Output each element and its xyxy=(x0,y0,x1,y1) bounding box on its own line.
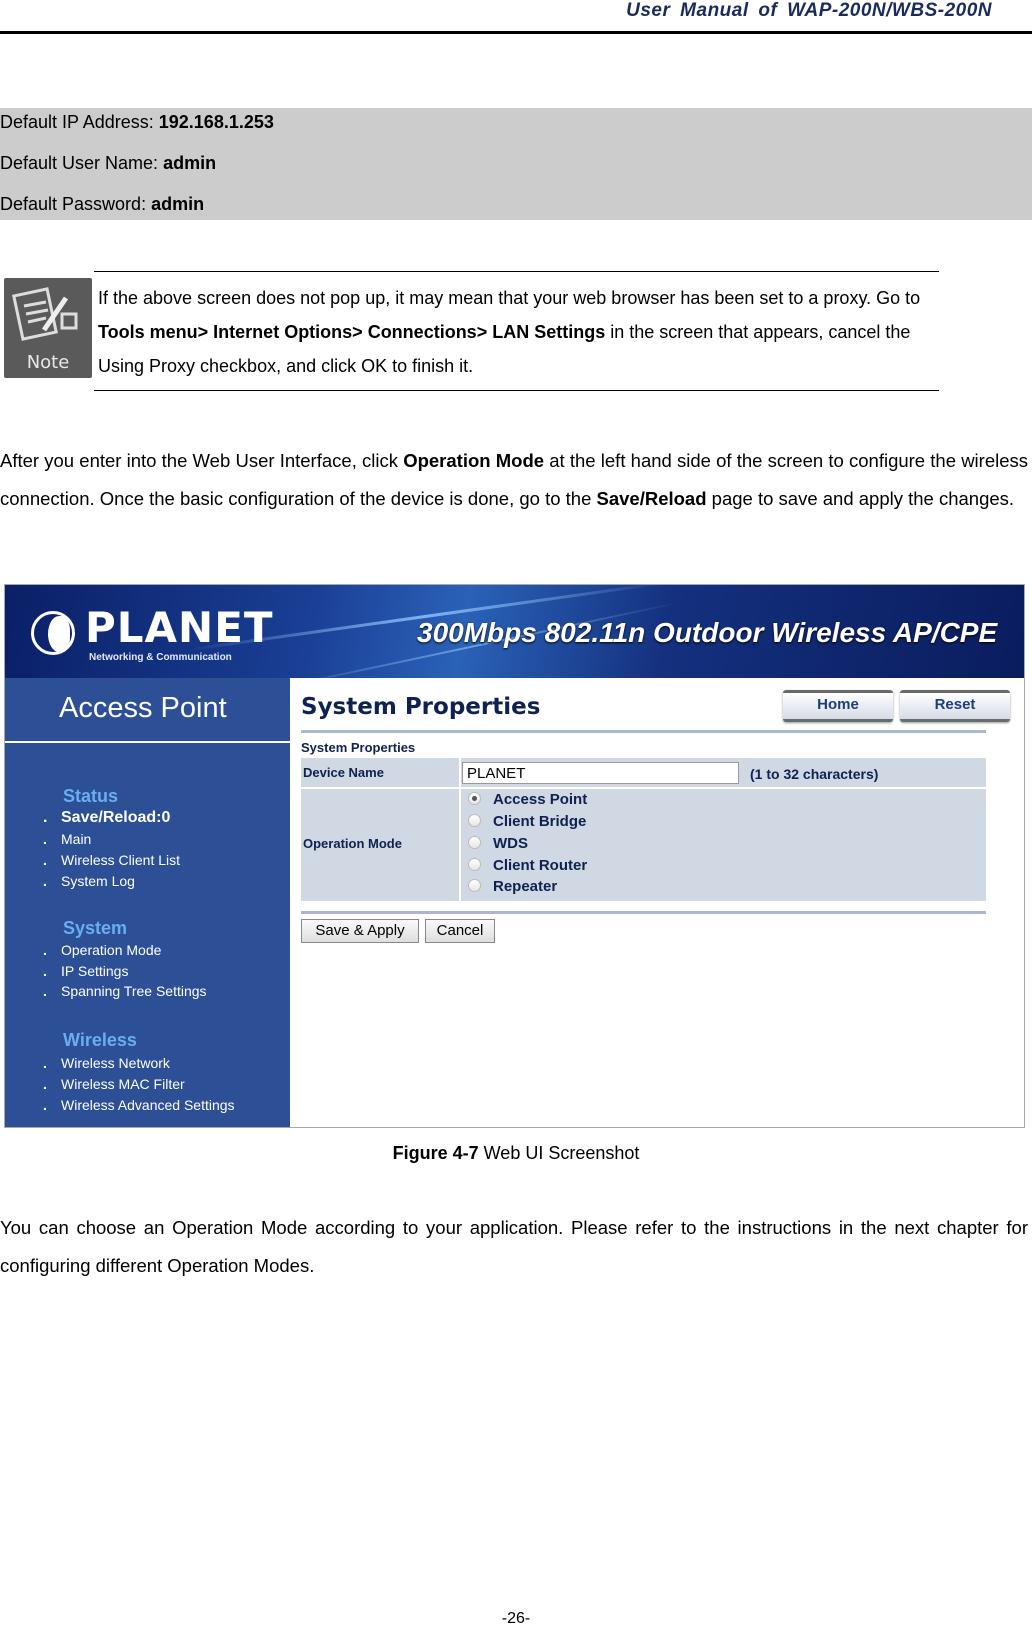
default-ip-value: 192.168.1.253 xyxy=(158,112,274,132)
section-title: System Properties xyxy=(301,740,416,755)
header-rule xyxy=(0,31,1032,34)
radio-icon[interactable] xyxy=(468,813,481,827)
manual-header-title: User Manual of WAP-200N/WBS-200N xyxy=(626,0,992,21)
save-apply-button[interactable]: Save & Apply xyxy=(301,919,419,943)
page-number: -26- xyxy=(501,1610,531,1627)
default-pass-value: admin xyxy=(151,194,205,214)
note-icon: Note xyxy=(4,278,92,378)
radio-icon[interactable] xyxy=(468,835,481,849)
device-name-hint: (1 to 32 characters) xyxy=(750,766,879,782)
device-name-label: Device Name xyxy=(303,765,384,780)
sidebar: Access Point Status . Save/Reload:0 . Main… xyxy=(5,678,290,1127)
sidebar-item-spanning-tree[interactable]: . Spanning Tree Settings xyxy=(43,983,207,999)
title-divider xyxy=(301,730,986,733)
operation-mode-label-cell: Operation Mode xyxy=(301,789,459,901)
home-button[interactable]: Home xyxy=(783,690,893,722)
reset-button[interactable]: Reset xyxy=(900,690,1010,722)
operation-mode-label: Operation Mode xyxy=(303,836,402,851)
radio-selected-icon[interactable] xyxy=(468,791,481,805)
device-name-label-cell: Device Name xyxy=(301,758,459,787)
sidebar-heading-system: System xyxy=(63,918,128,938)
page-title: System Properties xyxy=(301,694,541,720)
closing-paragraph: You can choose an Operation Mode accordi… xyxy=(0,1217,1028,1276)
form-divider xyxy=(301,911,986,914)
device-name-input[interactable]: PLANET xyxy=(462,762,739,784)
note-bottom-rule xyxy=(94,390,939,391)
default-user-label: Default User Name: xyxy=(0,153,164,173)
brand-name: PLANET xyxy=(85,603,274,652)
default-user-value: admin xyxy=(163,153,217,173)
note-text: If the above screen does not pop up, it … xyxy=(98,288,921,376)
sidebar-title: Access Point xyxy=(59,692,227,724)
planet-logo-icon xyxy=(31,611,75,655)
radio-icon[interactable] xyxy=(468,878,481,892)
default-ip-label: Default IP Address: xyxy=(0,112,159,132)
radio-client-bridge[interactable]: Client Bridge xyxy=(468,813,586,830)
radio-wds[interactable]: WDS xyxy=(468,835,528,852)
sidebar-divider xyxy=(5,741,290,743)
sidebar-item-operation-mode[interactable]: . Operation Mode xyxy=(43,942,161,958)
sidebar-item-wireless-mac-filter[interactable]: . Wireless MAC Filter xyxy=(43,1076,185,1092)
radio-client-router[interactable]: Client Router xyxy=(468,857,587,874)
sidebar-item-ip-settings[interactable]: . IP Settings xyxy=(43,963,128,979)
default-credentials-box: Default IP Address: 192.168.1.253 Defaul… xyxy=(0,108,1032,220)
sidebar-item-main[interactable]: . Main xyxy=(43,831,91,847)
sidebar-item-wireless-advanced[interactable]: . Wireless Advanced Settings xyxy=(43,1097,235,1113)
product-title: 300Mbps 802.11n Outdoor Wireless AP/CPE xyxy=(417,617,998,648)
radio-access-point[interactable]: Access Point xyxy=(468,791,587,808)
banner: PLANET Networking & Communication 300Mbp… xyxy=(5,585,1024,691)
cancel-button[interactable]: Cancel xyxy=(425,919,495,943)
sidebar-item-system-log[interactable]: . System Log xyxy=(43,873,135,889)
main-panel: System Properties Home Reset System Prop… xyxy=(290,678,1024,1127)
intro-paragraph: After you enter into the Web User Interf… xyxy=(0,450,1029,509)
figure-caption: Figure 4-7 Web UI Screenshot xyxy=(392,1143,640,1163)
radio-repeater[interactable]: Repeater xyxy=(468,878,557,895)
sidebar-heading-wireless: Wireless xyxy=(63,1030,137,1050)
sidebar-item-wireless-network[interactable]: . Wireless Network xyxy=(43,1055,170,1071)
sidebar-item-wireless-client-list[interactable]: . Wireless Client List xyxy=(43,852,180,868)
default-pass-row: Default Password: admin xyxy=(0,194,204,215)
sidebar-item-save-reload[interactable]: . Save/Reload:0 xyxy=(43,809,170,827)
radio-icon[interactable] xyxy=(468,857,481,871)
svg-text:Note: Note xyxy=(27,352,70,373)
sidebar-heading-status: Status xyxy=(63,786,119,806)
note-top-rule xyxy=(94,271,939,272)
web-ui-screenshot: PLANET Networking & Communication 300Mbp… xyxy=(4,584,1025,1128)
default-user-row: Default User Name: admin xyxy=(0,153,216,174)
default-ip-row: Default IP Address: 192.168.1.253 xyxy=(0,112,274,133)
default-pass-label: Default Password: xyxy=(0,194,152,214)
brand-subtitle: Networking & Communication xyxy=(89,652,232,663)
